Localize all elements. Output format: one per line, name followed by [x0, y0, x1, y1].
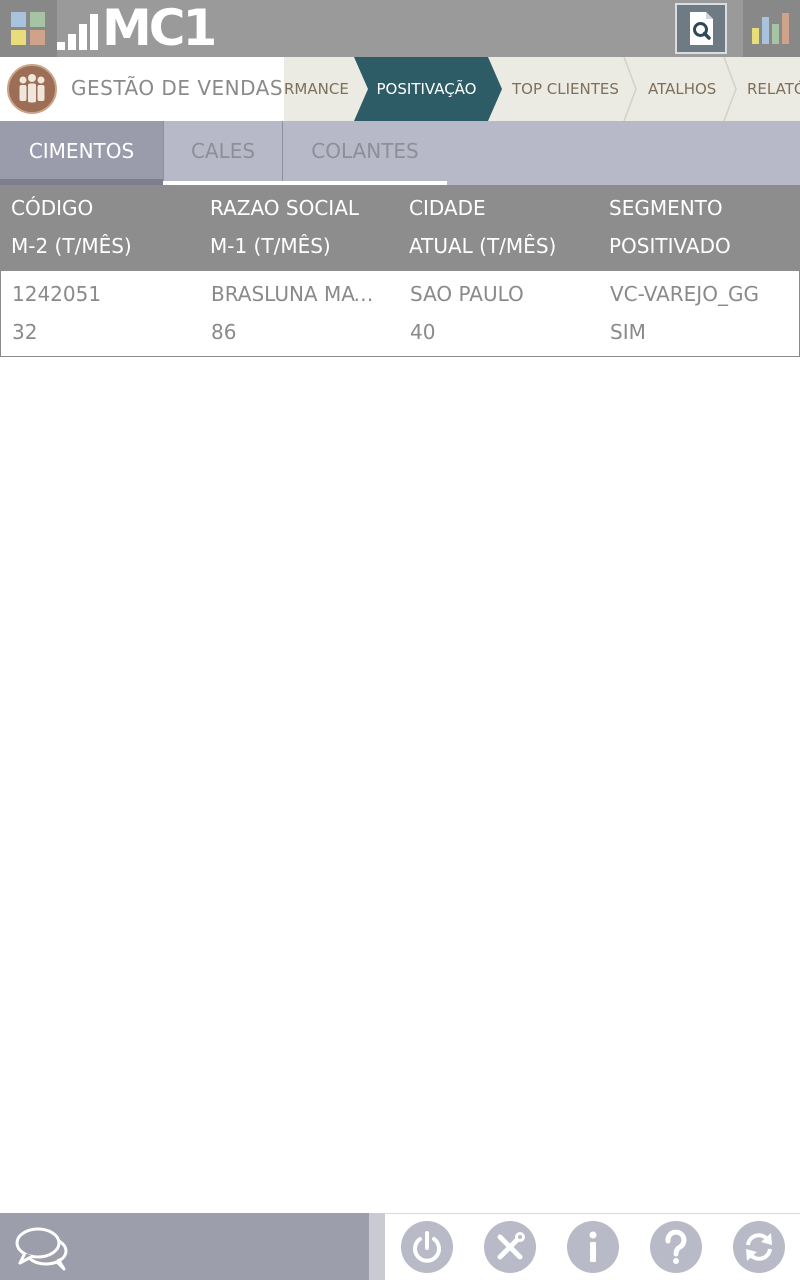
signal-bars-icon	[57, 8, 98, 52]
crumb-positivacao[interactable]: POSITIVAÇÃO	[354, 57, 504, 121]
tools-button[interactable]	[484, 1221, 536, 1273]
header-cidade[interactable]: CIDADE	[409, 196, 486, 220]
sales-team-icon	[7, 64, 57, 114]
reports-button[interactable]	[743, 0, 800, 57]
info-button[interactable]	[567, 1221, 619, 1273]
table-row[interactable]: 1242051 32 BRASLUNA MATERIAIS 86 SAO PAU…	[0, 271, 800, 357]
cell-m2: 32	[12, 320, 38, 344]
power-icon	[413, 1231, 441, 1263]
top-bar: MC1	[0, 0, 800, 57]
module-title: GESTÃO DE VENDAS	[71, 76, 284, 100]
tab-colantes[interactable]: COLANTES	[283, 121, 447, 181]
crumb-top-clientes[interactable]: TOP CLIENTES	[512, 57, 619, 121]
tab-cimentos-label: CIMENTOS	[28, 139, 135, 163]
tab-cimentos[interactable]: CIMENTOS	[0, 121, 163, 185]
header-positivado[interactable]: POSITIVADO	[609, 234, 731, 258]
tools-icon	[497, 1232, 525, 1260]
header-atual[interactable]: ATUAL (T/MÊS)	[409, 234, 556, 258]
crumb-separator	[623, 57, 637, 121]
chat-bar[interactable]	[0, 1213, 369, 1280]
tab-colantes-label: COLANTES	[311, 139, 419, 163]
table-header: CÓDIGO M-2 (T/MÊS) RAZAO SOCIAL M-1 (T/M…	[0, 185, 800, 271]
app-logo: MC1	[57, 0, 217, 57]
tab-cales[interactable]: CALES	[164, 121, 282, 181]
header-segmento[interactable]: SEGMENTO	[609, 196, 723, 220]
bottom-divider	[369, 1213, 385, 1280]
refresh-button[interactable]	[733, 1221, 785, 1273]
document-search-icon	[690, 12, 713, 45]
cell-razao-social: BRASLUNA MATERIAIS	[211, 282, 379, 306]
bar-chart-icon	[752, 13, 789, 44]
info-icon	[589, 1231, 597, 1262]
cell-positivado: SIM	[610, 320, 646, 344]
crumb-relatorios[interactable]: RELATÓ	[747, 57, 800, 121]
header-razao-social[interactable]: RAZAO SOCIAL	[210, 196, 359, 220]
logo-text: MC1	[102, 0, 217, 57]
header-m2[interactable]: M-2 (T/MÊS)	[11, 234, 132, 258]
module-header: GESTÃO DE VENDAS	[0, 57, 284, 121]
cell-cidade: SAO PAULO	[410, 282, 524, 306]
cell-codigo: 1242051	[12, 282, 102, 306]
header-codigo[interactable]: CÓDIGO	[11, 196, 93, 220]
chat-bubbles-icon	[15, 1227, 68, 1271]
tab-cales-label: CALES	[190, 139, 256, 163]
search-report-button[interactable]	[675, 3, 727, 54]
product-tabs: CIMENTOS CALES COLANTES	[0, 121, 800, 185]
cell-segmento: VC-VAREJO_GG	[610, 282, 759, 306]
crumb-performance[interactable]: RMANCE	[284, 57, 349, 121]
refresh-icon	[746, 1233, 772, 1261]
help-icon	[665, 1229, 687, 1264]
crumb-positivacao-label: POSITIVAÇÃO	[376, 80, 477, 98]
cell-atual: 40	[410, 320, 436, 344]
power-button[interactable]	[401, 1221, 453, 1273]
crumb-separator	[723, 57, 737, 121]
apps-button[interactable]	[0, 0, 57, 57]
crumb-atalhos[interactable]: ATALHOS	[648, 57, 716, 121]
cell-m1: 86	[211, 320, 237, 344]
help-button[interactable]	[650, 1221, 702, 1273]
header-m1[interactable]: M-1 (T/MÊS)	[210, 234, 331, 258]
breadcrumb: RMANCE POSITIVAÇÃO TOP CLIENTES ATALHOS …	[284, 57, 800, 121]
